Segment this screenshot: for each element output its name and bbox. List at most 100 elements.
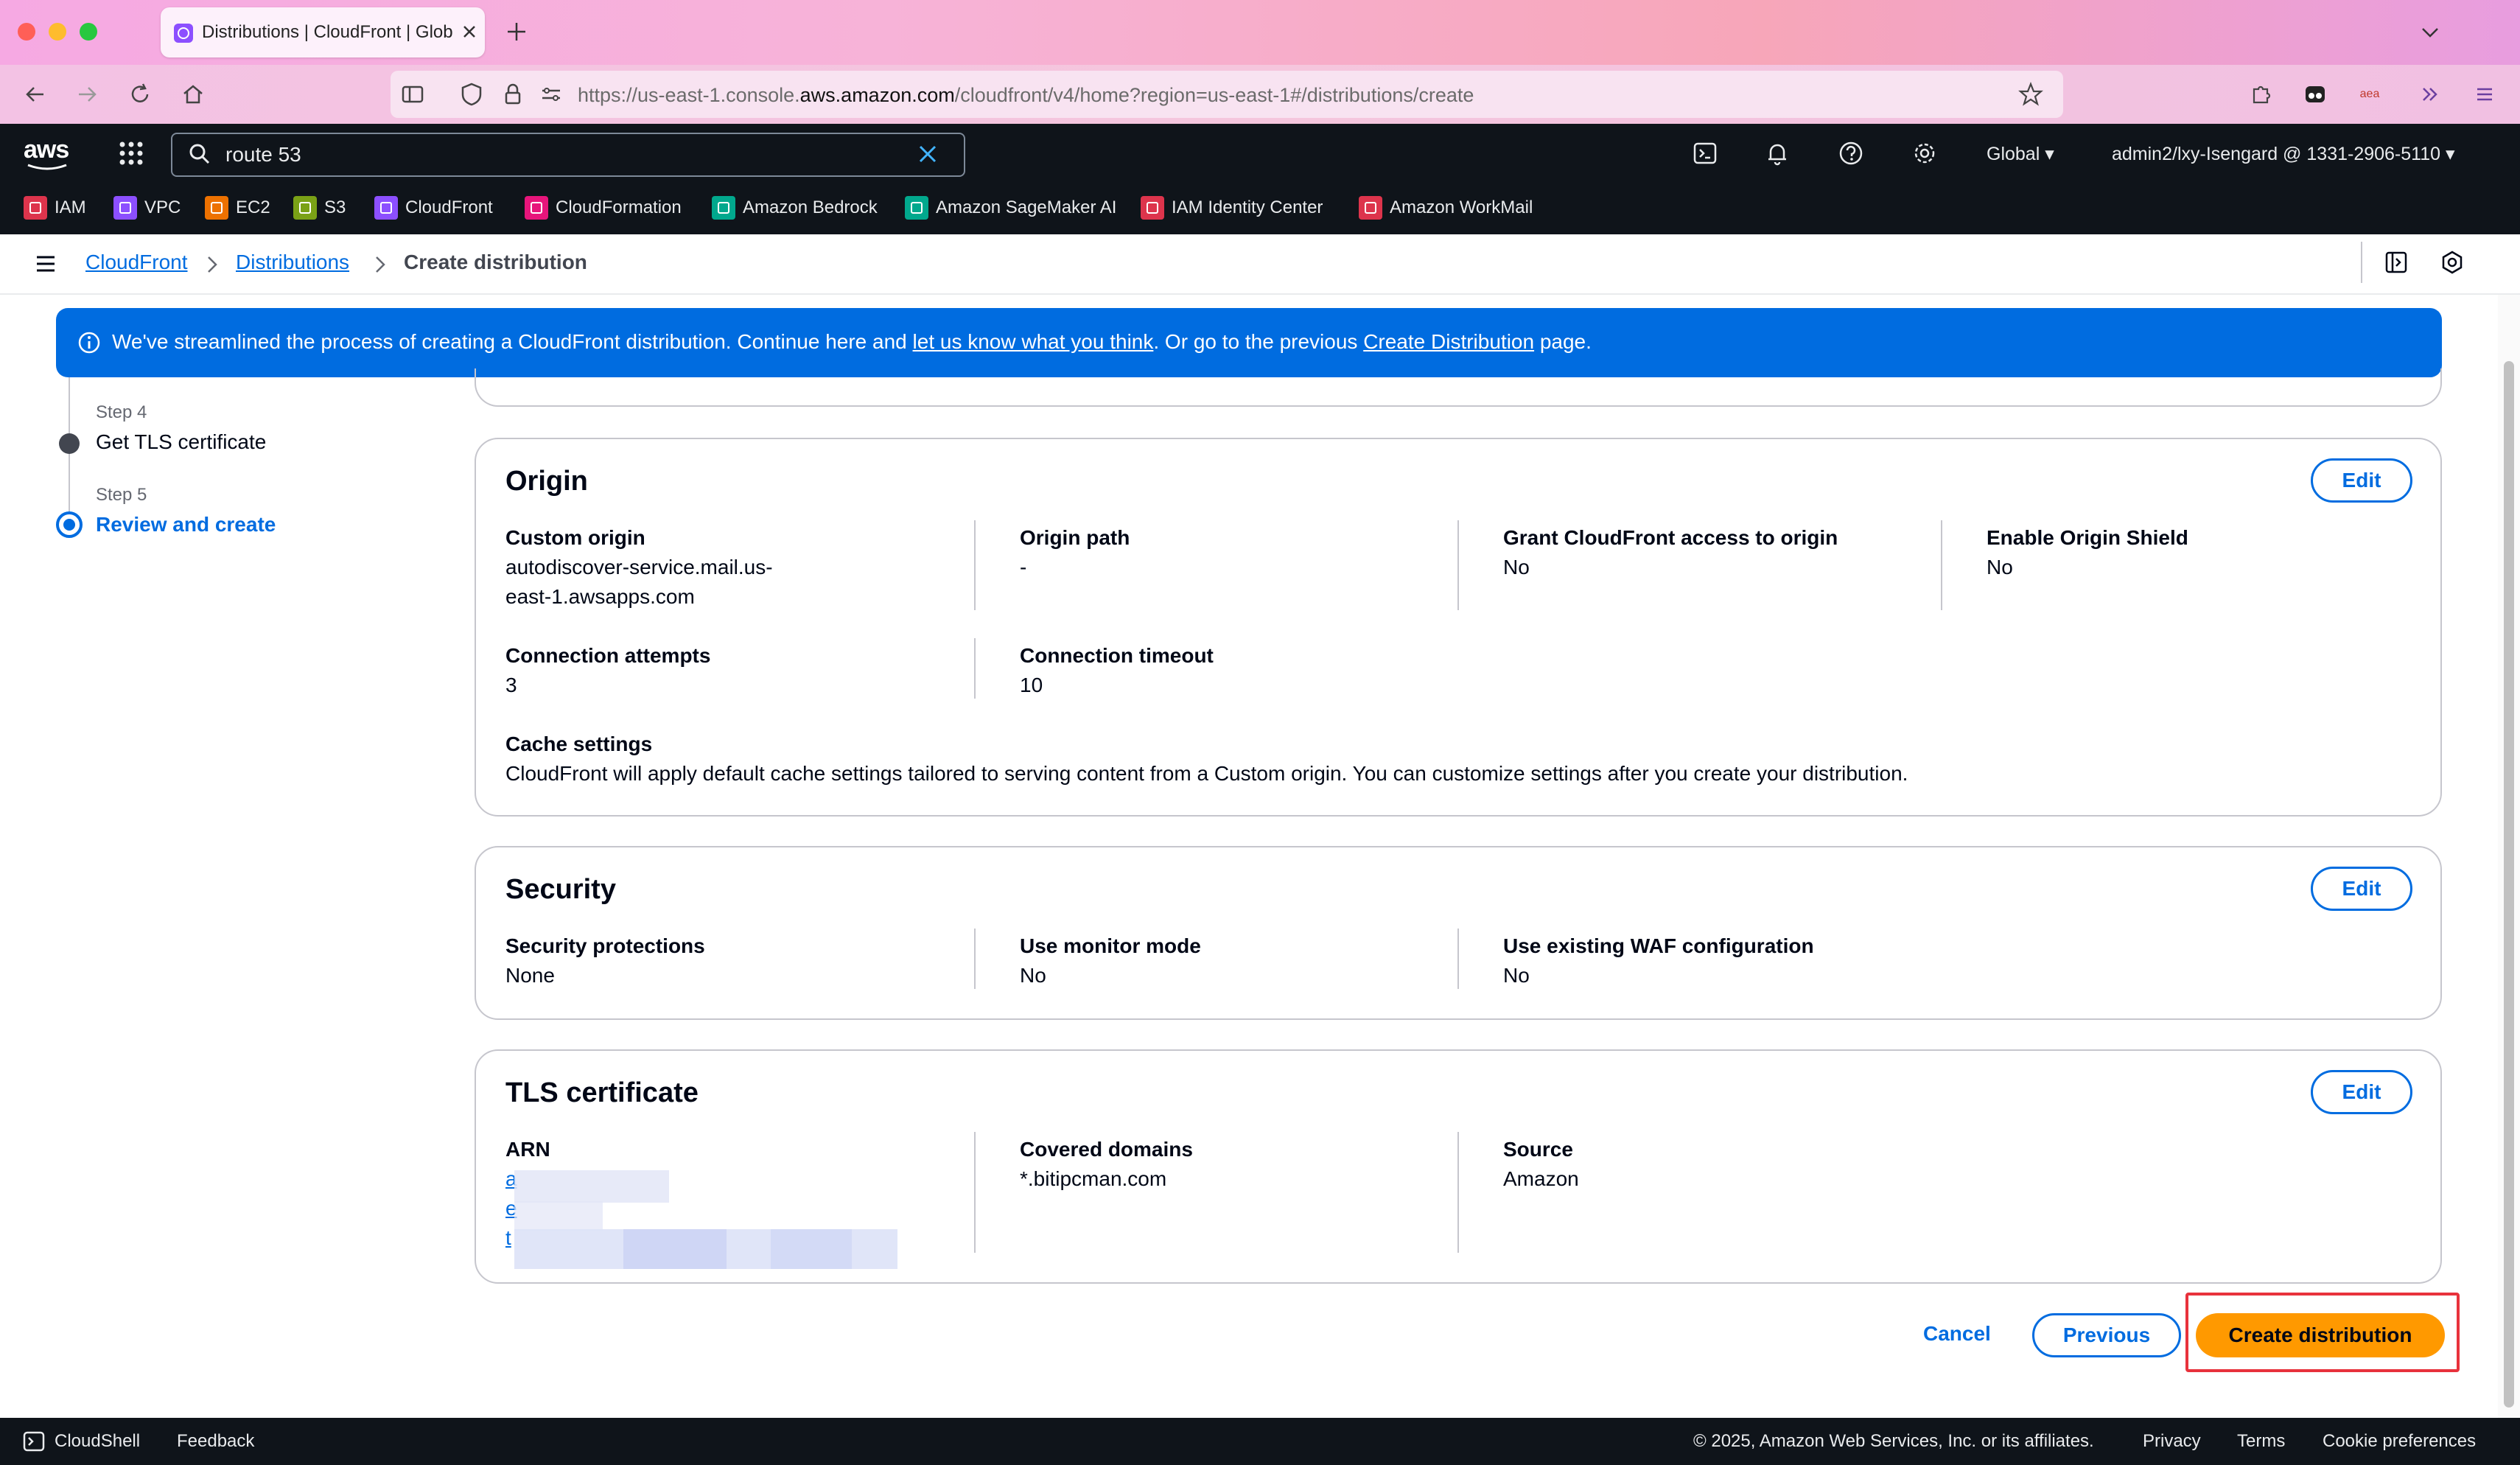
tls-certificate-card: TLS certificate Edit ARN a e t Covered d… xyxy=(475,1049,2442,1284)
chevron-right-icon xyxy=(371,254,389,276)
browser-tab[interactable]: Distributions | CloudFront | Glob xyxy=(161,7,485,57)
privacy-link[interactable]: Privacy xyxy=(2143,1431,2201,1452)
origin-path-value: - xyxy=(1020,556,1027,578)
info-flashbar: We've streamlined the process of creatin… xyxy=(56,308,2442,377)
favorite-label: Amazon Bedrock xyxy=(743,197,878,217)
close-tab-icon[interactable] xyxy=(458,21,480,43)
notifications-bell-icon[interactable] xyxy=(1764,140,1791,167)
browser-tab-bar: Distributions | CloudFront | Glob xyxy=(0,0,2520,65)
favorite-cloudfront[interactable]: CloudFront xyxy=(374,195,493,221)
cloudfront-service-icon xyxy=(374,196,398,220)
bookmark-star-icon[interactable] xyxy=(2017,81,2044,108)
divider xyxy=(1457,929,1459,989)
help-icon[interactable] xyxy=(1838,140,1864,167)
extensions-puzzle-icon[interactable] xyxy=(2244,78,2277,111)
favorite-iam-identity-center[interactable]: IAM Identity Center xyxy=(1141,195,1323,221)
security-heading: Security xyxy=(505,874,616,905)
tls-edit-button[interactable]: Edit xyxy=(2311,1070,2412,1114)
grant-access-label: Grant CloudFront access to origin xyxy=(1503,526,1838,549)
services-grid-icon[interactable] xyxy=(118,140,144,167)
security-protections-value: None xyxy=(505,964,555,987)
aws-logo[interactable]: aws xyxy=(24,136,69,164)
menu-icon[interactable] xyxy=(2468,78,2501,111)
address-bar[interactable]: https://us-east-1.console.aws.amazon.com… xyxy=(391,71,2063,118)
grant-access-value: No xyxy=(1503,556,1530,578)
breadcrumb-distributions[interactable]: Distributions xyxy=(236,251,349,274)
close-window-button[interactable] xyxy=(18,23,35,41)
favorite-s3[interactable]: S3 xyxy=(293,195,346,221)
search-icon xyxy=(187,141,212,167)
lock-icon[interactable] xyxy=(500,81,526,108)
create-distribution-legacy-link[interactable]: Create Distribution xyxy=(1363,330,1534,353)
security-hex-icon[interactable] xyxy=(2439,249,2465,276)
forward-arrow-icon[interactable] xyxy=(71,78,103,111)
side-nav-menu-icon[interactable] xyxy=(32,251,59,277)
minimize-window-button[interactable] xyxy=(49,23,66,41)
maximize-window-button[interactable] xyxy=(80,23,97,41)
region-selector[interactable]: Global ▾ xyxy=(1987,143,2054,165)
step-5-current-icon xyxy=(56,511,83,538)
breadcrumb-cloudfront[interactable]: CloudFront xyxy=(85,251,188,274)
monitor-mode-value: No xyxy=(1020,964,1046,987)
cloudfront-favicon-icon xyxy=(174,24,193,43)
breadcrumb-current: Create distribution xyxy=(404,251,587,273)
origin-path-label: Origin path xyxy=(1020,526,1130,549)
back-arrow-icon[interactable] xyxy=(19,78,52,111)
favorite-vpc[interactable]: VPC xyxy=(113,195,181,221)
console-search-input[interactable]: route 53 xyxy=(171,133,965,177)
tab-list-chevron-icon[interactable] xyxy=(2417,19,2443,46)
feedback-link[interactable]: let us know what you think xyxy=(913,330,1154,353)
breadcrumb: CloudFront Distributions Create distribu… xyxy=(0,234,2520,295)
feedback-footer-link[interactable]: Feedback xyxy=(177,1431,254,1452)
covered-domains-value: *.bitipcman.com xyxy=(1020,1167,1167,1190)
favorite-amazon-sagemaker-ai[interactable]: Amazon SageMaker AI xyxy=(905,195,1116,221)
tls-heading: TLS certificate xyxy=(505,1077,699,1108)
terms-link[interactable]: Terms xyxy=(2237,1431,2285,1452)
custom-origin-value: autodiscover-service.mail.us- east-1.aws… xyxy=(505,556,773,608)
cloudshell-link[interactable]: CloudShell xyxy=(55,1431,140,1452)
tools-panel-icon[interactable] xyxy=(2383,249,2409,276)
home-icon[interactable] xyxy=(177,78,209,111)
cancel-button[interactable]: Cancel xyxy=(1923,1322,1991,1346)
cloudshell-icon[interactable] xyxy=(1692,140,1718,167)
covered-domains-label: Covered domains xyxy=(1020,1138,1193,1161)
scrollbar-thumb[interactable] xyxy=(2504,361,2514,1408)
account-menu[interactable]: admin2/lxy-Isengard @ 1331-2906-5110 ▾ xyxy=(2112,143,2455,165)
create-distribution-button[interactable]: Create distribution xyxy=(2196,1313,2445,1357)
clear-search-icon[interactable] xyxy=(915,141,940,167)
url-text: https://us-east-1.console.aws.amazon.com… xyxy=(578,84,1474,106)
extension-badge-icon[interactable]: aea xyxy=(2353,78,2386,111)
copyright-text: © 2025, Amazon Web Services, Inc. or its… xyxy=(1693,1431,2094,1451)
divider xyxy=(974,929,976,989)
favorite-iam[interactable]: IAM xyxy=(24,195,86,221)
shield-icon[interactable] xyxy=(458,81,485,108)
cloudshell-footer-icon xyxy=(22,1430,46,1453)
sidebar-toggle-icon[interactable] xyxy=(399,81,426,108)
divider xyxy=(1457,520,1459,610)
previous-button[interactable]: Previous xyxy=(2032,1313,2181,1357)
connection-timeout-label: Connection timeout xyxy=(1020,644,1214,667)
permissions-icon[interactable] xyxy=(538,81,564,108)
security-edit-button[interactable]: Edit xyxy=(2311,867,2412,911)
cookie-preferences-link[interactable]: Cookie preferences xyxy=(2323,1431,2476,1452)
extension-glasses-icon[interactable] xyxy=(2299,78,2331,111)
step-4-title[interactable]: Get TLS certificate xyxy=(96,430,266,454)
info-icon xyxy=(77,330,102,355)
favorite-cloudformation[interactable]: CloudFormation xyxy=(525,195,682,221)
step-5-title: Review and create xyxy=(96,513,276,536)
favorite-amazon-bedrock[interactable]: Amazon Bedrock xyxy=(712,195,878,221)
reload-icon[interactable] xyxy=(124,78,156,111)
settings-gear-icon[interactable] xyxy=(1911,140,1938,167)
favorite-ec2[interactable]: EC2 xyxy=(205,195,270,221)
new-tab-icon[interactable] xyxy=(504,19,529,44)
arn-label: ARN xyxy=(505,1138,550,1161)
waf-config-label: Use existing WAF configuration xyxy=(1503,934,1814,957)
origin-edit-button[interactable]: Edit xyxy=(2311,458,2412,503)
step-5-label: Step 5 xyxy=(96,485,147,505)
security-card: Security Edit Security protections None … xyxy=(475,846,2442,1020)
favorite-amazon-workmail[interactable]: Amazon WorkMail xyxy=(1359,195,1533,221)
console-footer: CloudShell Feedback © 2025, Amazon Web S… xyxy=(0,1418,2520,1465)
more-tools-chevron-icon[interactable] xyxy=(2414,78,2446,111)
step-4-label: Step 4 xyxy=(96,402,147,422)
favorite-label: CloudFront xyxy=(405,197,493,217)
